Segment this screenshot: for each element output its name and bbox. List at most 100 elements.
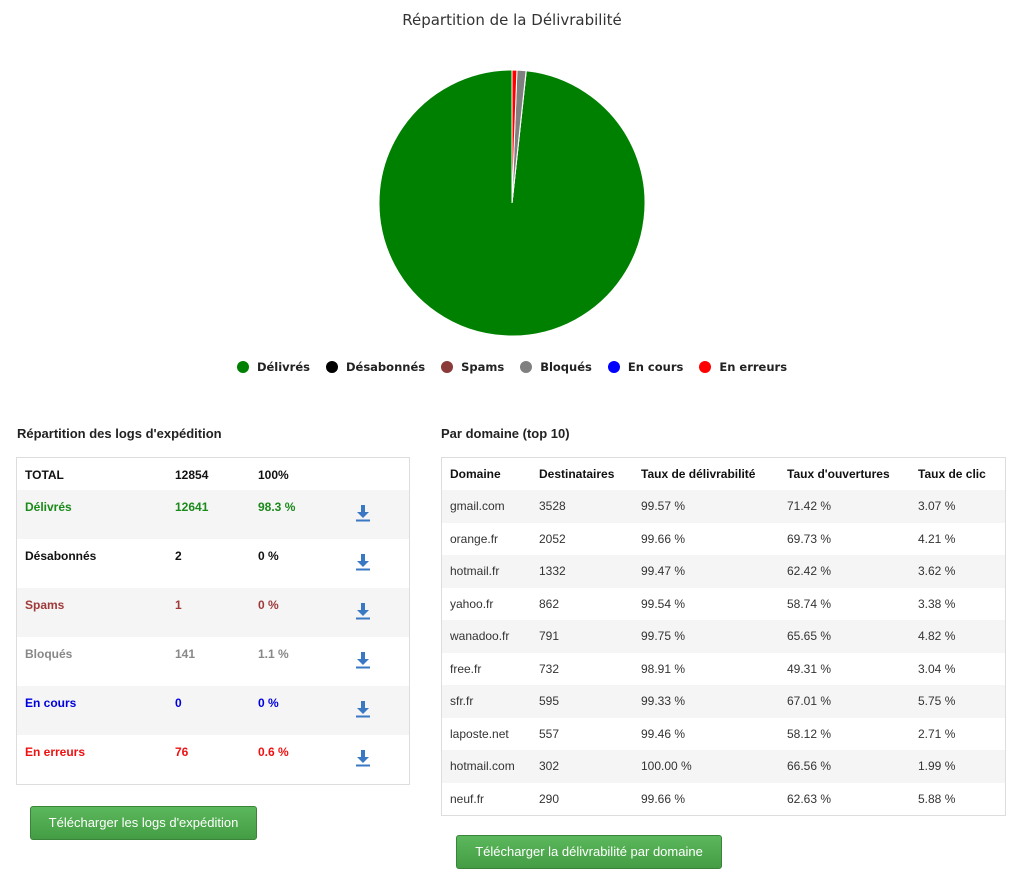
log-count: 76 — [175, 745, 189, 759]
table-cell: 2052 — [539, 531, 566, 546]
legend-swatch — [325, 361, 338, 373]
total-count: 12854 — [175, 468, 209, 482]
table-row: free.fr 732 98.91 % 49.31 % 3.04 % — [442, 653, 1005, 686]
table-cell: 791 — [539, 629, 560, 644]
log-pct: 0 % — [258, 549, 279, 563]
table-cell: 65.65 % — [787, 629, 832, 644]
log-count: 2 — [175, 549, 182, 563]
table-cell: 2.71 % — [918, 726, 956, 741]
domains-table: Domaine Destinataires Taux de délivrabilit… — [442, 458, 1005, 815]
table-cell: 98.91 % — [641, 661, 686, 676]
table-row: wanadoo.fr 791 99.75 % 65.65 % 4.82 % — [442, 620, 1005, 653]
table-cell: hotmail.com — [450, 759, 515, 774]
logs-row: En cours 0 0 % — [17, 686, 409, 735]
table-cell: 99.66 % — [641, 531, 686, 546]
legend-swatch — [441, 361, 454, 373]
logs-row: Désabonnés 2 0 % — [17, 539, 409, 588]
logs-row: Bloqués 141 1.1 % — [17, 637, 409, 686]
download-icon[interactable] — [355, 700, 371, 718]
domains-column-header: Taux de clic — [918, 467, 986, 481]
log-count: 0 — [175, 696, 182, 710]
legend-swatch — [520, 361, 533, 373]
legend-swatch — [699, 361, 712, 373]
log-label: En cours — [25, 696, 77, 710]
table-cell: 62.63 % — [787, 791, 832, 806]
table-cell: 99.57 % — [641, 499, 686, 514]
legend-item[interactable]: Bloqués — [520, 360, 592, 374]
table-row: yahoo.fr 862 99.54 % 58.74 % 3.38 % — [442, 588, 1005, 621]
table-cell: 290 — [539, 791, 560, 806]
table-cell: 557 — [539, 726, 560, 741]
legend-label: En erreurs — [719, 360, 788, 374]
legend-item[interactable]: En cours — [607, 360, 684, 374]
table-cell: 5.88 % — [918, 791, 956, 806]
table-cell: 1.99 % — [918, 759, 956, 774]
legend-swatch — [236, 361, 249, 373]
log-label: Désabonnés — [25, 549, 97, 563]
legend-item[interactable]: Délivrés — [236, 360, 310, 374]
pie-chart — [378, 69, 646, 337]
domains-table-container: Domaine Destinataires Taux de délivrabilit… — [441, 457, 1006, 816]
table-cell: 49.31 % — [787, 661, 832, 676]
log-pct: 0 % — [258, 598, 279, 612]
log-count: 12641 — [175, 500, 209, 514]
legend-swatch — [607, 361, 620, 373]
table-row: neuf.fr 290 99.66 % 62.63 % 5.88 % — [442, 783, 1005, 816]
table-cell: neuf.fr — [450, 791, 485, 806]
table-row: hotmail.fr 1332 99.47 % 62.42 % 3.62 % — [442, 555, 1005, 588]
chart-legend: Délivrés Désabonnés Spams Bloqués En cours En… — [0, 360, 1024, 374]
table-cell: 99.54 % — [641, 596, 686, 611]
log-count: 1 — [175, 598, 182, 612]
legend-label: Délivrés — [256, 360, 310, 374]
legend-label: En cours — [627, 360, 684, 374]
log-label: Spams — [25, 598, 65, 612]
log-pct: 98.3 % — [258, 500, 296, 514]
domains-column-header: Domaine — [450, 467, 501, 481]
download-icon[interactable] — [355, 651, 371, 669]
download-icon[interactable] — [355, 749, 371, 767]
table-cell: 302 — [539, 759, 560, 774]
logs-section-title: Répartition des logs d'expédition — [17, 426, 222, 441]
download-icon[interactable] — [355, 504, 371, 522]
table-row: laposte.net 557 99.46 % 58.12 % 2.71 % — [442, 718, 1005, 751]
legend-item[interactable]: Spams — [441, 360, 504, 374]
table-cell: 58.12 % — [787, 726, 832, 741]
logs-row: Délivrés 12641 98.3 % — [17, 490, 409, 539]
download-domains-button[interactable]: Télécharger la délivrabilité par domaine — [456, 835, 722, 869]
log-pct: 1.1 % — [258, 647, 289, 661]
logs-row: Spams 1 0 % — [17, 588, 409, 637]
table-cell: 71.42 % — [787, 499, 832, 514]
table-cell: sfr.fr — [450, 694, 474, 709]
table-cell: 58.74 % — [787, 596, 832, 611]
domains-column-header: Taux de délivrabilité — [641, 467, 756, 481]
log-label: Délivrés — [25, 500, 72, 514]
table-cell: hotmail.fr — [450, 564, 500, 579]
legend-item[interactable]: En erreurs — [699, 360, 787, 374]
table-cell: free.fr — [450, 661, 482, 676]
table-cell: 67.01 % — [787, 694, 832, 709]
download-icon[interactable] — [355, 553, 371, 571]
legend-label: Bloqués — [540, 360, 592, 374]
log-pct: 0.6 % — [258, 745, 289, 759]
log-label: Bloqués — [25, 647, 73, 661]
legend-label: Spams — [461, 360, 505, 374]
table-cell: yahoo.fr — [450, 596, 494, 611]
table-cell: gmail.com — [450, 499, 505, 514]
table-cell: 595 — [539, 694, 560, 709]
logs-row: En erreurs 76 0.6 % — [17, 735, 409, 784]
chart-title: Répartition de la Délivrabilité — [402, 11, 622, 29]
domains-column-header: Destinataires — [539, 467, 615, 481]
legend-label: Désabonnés — [345, 360, 426, 374]
table-cell: 862 — [539, 596, 560, 611]
table-cell: 62.42 % — [787, 564, 832, 579]
log-count: 141 — [175, 647, 196, 661]
table-row: sfr.fr 595 99.33 % 67.01 % 5.75 % — [442, 685, 1005, 718]
log-label: En erreurs — [25, 745, 86, 759]
table-cell: 99.66 % — [641, 791, 686, 806]
table-cell: 4.82 % — [918, 629, 956, 644]
table-cell: 99.75 % — [641, 629, 686, 644]
legend-item[interactable]: Désabonnés — [325, 360, 426, 374]
table-cell: 99.46 % — [641, 726, 686, 741]
download-icon[interactable] — [355, 602, 371, 620]
download-logs-button[interactable]: Télécharger les logs d'expédition — [30, 806, 257, 840]
